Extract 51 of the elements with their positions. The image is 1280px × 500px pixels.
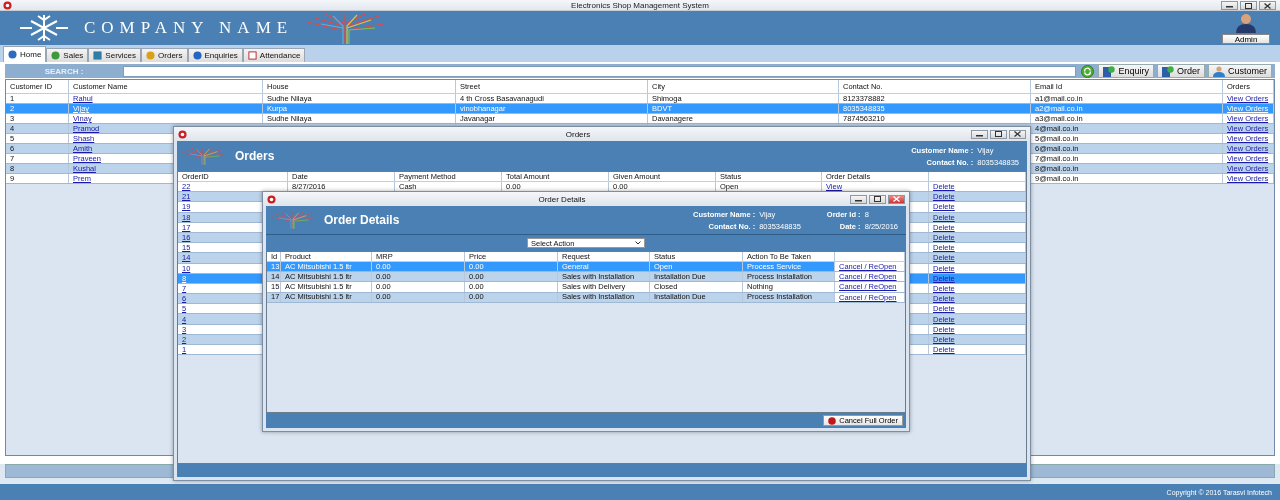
- action-button[interactable]: Enquiry: [1098, 64, 1154, 78]
- window-title: Order Details: [537, 194, 587, 204]
- action-button[interactable]: Customer: [1208, 64, 1272, 78]
- add-document-icon: [1103, 65, 1116, 77]
- tab[interactable]: Enquiries: [187, 48, 243, 62]
- app-icon: [3, 1, 12, 10]
- tab-icon: [51, 51, 61, 60]
- refresh-button[interactable]: [1079, 64, 1096, 78]
- restore-icon: [995, 131, 1002, 137]
- app-icon: [267, 194, 276, 204]
- minimize-button[interactable]: [850, 194, 867, 204]
- user-button[interactable]: Admin: [1222, 33, 1270, 44]
- tab-icon: [146, 51, 156, 60]
- tab[interactable]: Attendance: [242, 48, 306, 62]
- window-heading: Orders: [235, 149, 275, 163]
- minimize-button[interactable]: [1221, 1, 1238, 10]
- tab-icon: [192, 51, 202, 60]
- tab-icon: [8, 50, 17, 59]
- tab[interactable]: Orders: [141, 48, 188, 62]
- window-title: Orders: [564, 129, 592, 139]
- person-icon: [1213, 65, 1225, 77]
- tab-icon: [93, 51, 103, 60]
- stop-icon: [828, 416, 837, 425]
- restore-icon: [1245, 2, 1252, 9]
- minimize-button[interactable]: [971, 129, 988, 139]
- window-heading: Order Details: [324, 213, 400, 227]
- maximize-button[interactable]: [990, 129, 1007, 139]
- search-field[interactable]: [123, 65, 1077, 77]
- action-button[interactable]: Order: [1156, 64, 1205, 78]
- close-icon: [1014, 131, 1021, 137]
- close-icon: [1264, 2, 1271, 9]
- search-label: SEARCH :: [43, 66, 85, 76]
- close-button[interactable]: [1259, 1, 1276, 10]
- tree-logo-icon: [305, 12, 386, 44]
- chevron-down-icon: [635, 241, 641, 245]
- maximize-button[interactable]: [1240, 1, 1257, 10]
- minimize-icon: [1226, 3, 1233, 8]
- restore-icon: [874, 196, 881, 202]
- close-button[interactable]: [1009, 129, 1026, 139]
- close-button[interactable]: [888, 194, 905, 204]
- maximize-button[interactable]: [869, 194, 886, 204]
- add-document-icon: [1161, 65, 1174, 77]
- window-title: Electronics Shop Management System: [571, 0, 709, 10]
- tab-icon: [247, 51, 257, 60]
- user-avatar-icon: [1235, 12, 1257, 33]
- tab[interactable]: Sales: [46, 48, 89, 62]
- tab[interactable]: Services: [88, 48, 142, 62]
- tab[interactable]: Home: [3, 46, 47, 62]
- company-name: COMPANY NAME: [84, 18, 294, 38]
- close-icon: [893, 196, 900, 202]
- app-icon: [178, 129, 187, 139]
